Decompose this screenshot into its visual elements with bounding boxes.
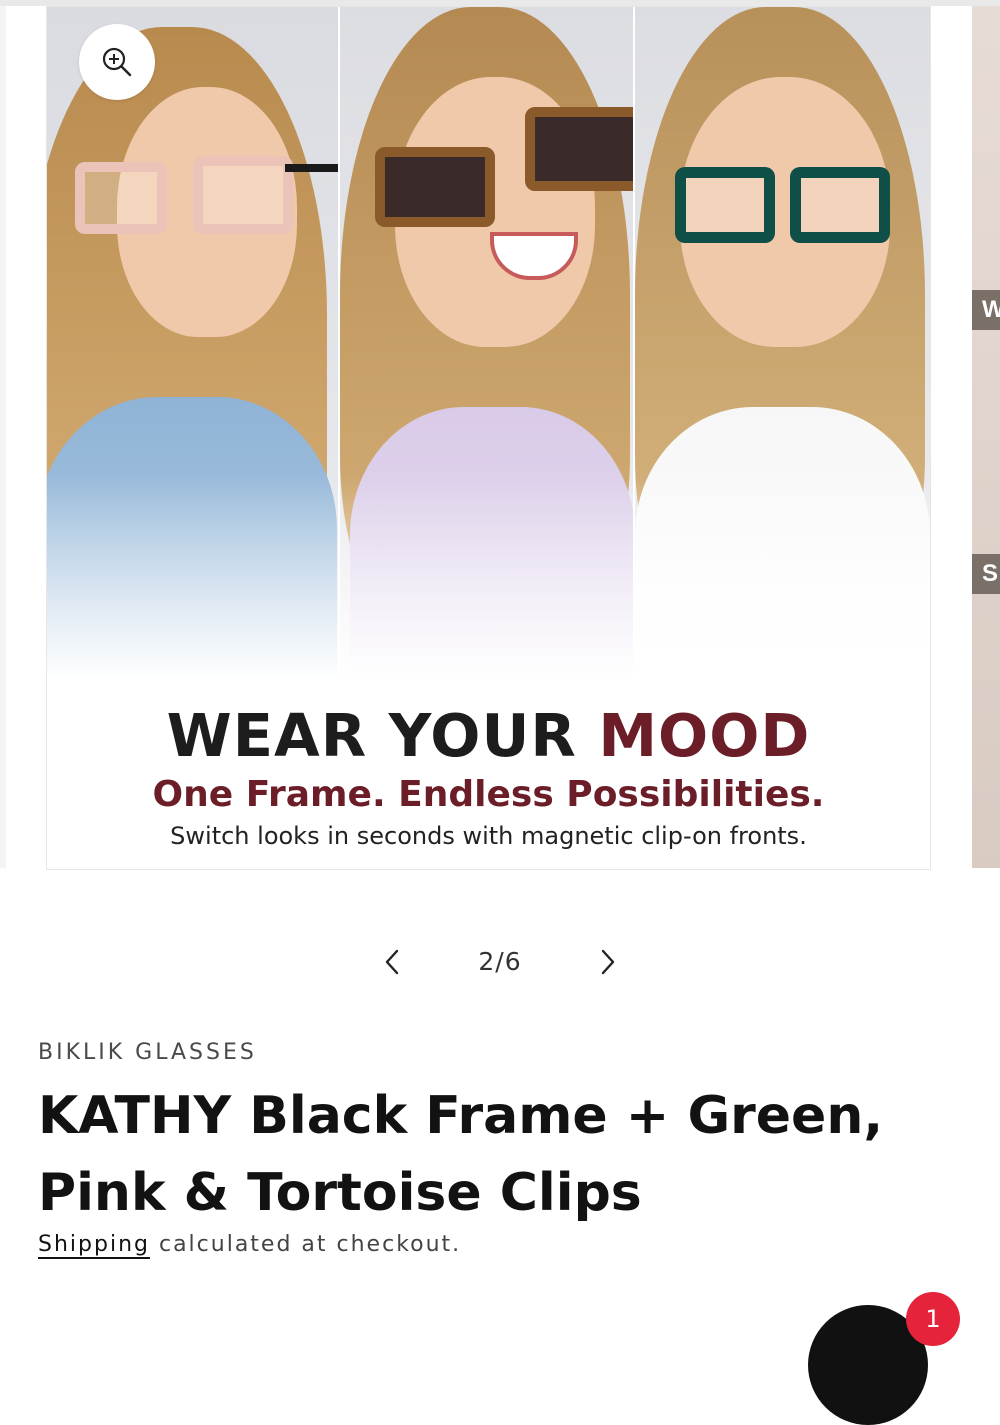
zoom-button[interactable] [79, 24, 155, 100]
next-slide-button[interactable] [588, 940, 628, 984]
zoom-in-icon [102, 47, 132, 77]
banner-body: Switch looks in seconds with magnetic cl… [170, 822, 807, 850]
product-vendor: BIKLIK GLASSES [38, 1040, 257, 1065]
banner-copy: WEAR YOUR MOOD One Frame. Endless Possib… [47, 697, 930, 869]
peek-tag: S [972, 554, 1000, 594]
previous-slide-button[interactable] [372, 940, 412, 984]
chevron-left-icon [385, 949, 399, 975]
next-slide-peek[interactable]: W S [972, 6, 1000, 868]
shipping-link[interactable]: Shipping [38, 1232, 150, 1257]
peek-tag: W [972, 290, 1000, 330]
shipping-note: Shipping calculated at checkout. [38, 1232, 461, 1257]
banner-headline: WEAR YOUR MOOD [166, 701, 811, 770]
notification-badge: 1 [906, 1292, 960, 1346]
previous-slide-peek [0, 6, 6, 868]
chevron-right-icon [601, 949, 615, 975]
slide-counter: 2/6 [478, 947, 522, 976]
shipping-note-text: calculated at checkout. [149, 1232, 462, 1257]
product-media-gallery[interactable]: WEAR YOUR MOOD One Frame. Endless Possib… [0, 6, 1000, 872]
product-title: KATHY Black Frame + Green, Pink & Tortoi… [38, 1086, 884, 1223]
product-image-slide[interactable]: WEAR YOUR MOOD One Frame. Endless Possib… [46, 6, 931, 870]
slider-pager: 2/6 [0, 940, 1000, 984]
banner-subhead: One Frame. Endless Possibilities. [152, 774, 825, 815]
